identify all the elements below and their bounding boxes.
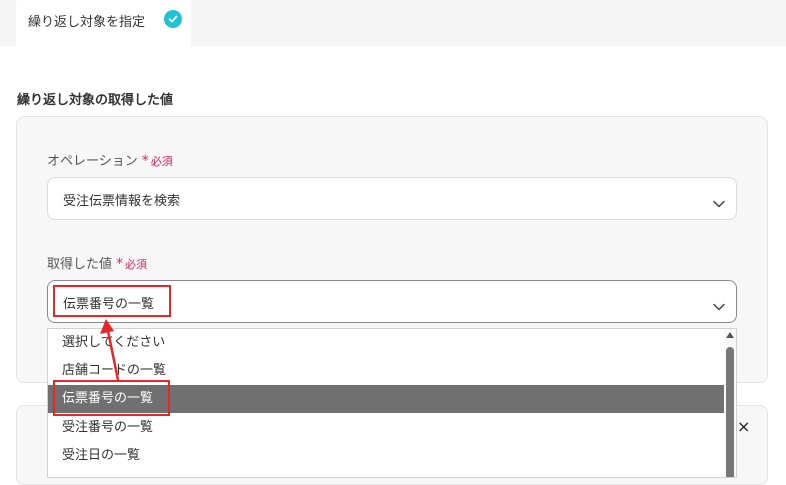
annotation-arrow: [100, 319, 120, 381]
